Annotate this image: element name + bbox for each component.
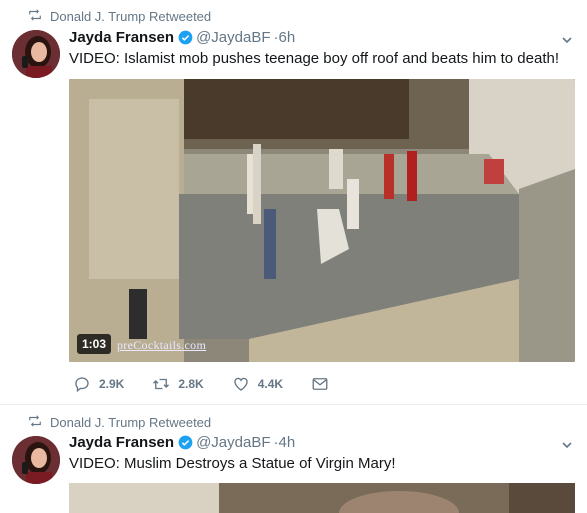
verified-icon xyxy=(178,435,193,450)
chevron-down-icon[interactable] xyxy=(561,34,573,46)
timestamp[interactable]: ·4h xyxy=(273,434,295,451)
display-name[interactable]: Jayda Fransen xyxy=(69,434,174,451)
heart-icon xyxy=(234,377,248,391)
direct-message-button[interactable] xyxy=(311,375,337,393)
timestamp[interactable]: ·6h xyxy=(273,29,295,46)
video-thumbnail xyxy=(69,483,575,513)
tweet-text: VIDEO: Muslim Destroys a Statue of Virgi… xyxy=(69,455,396,472)
user-handle[interactable]: @JaydaBF xyxy=(196,434,270,451)
video-watermark: preCocktails.com xyxy=(117,338,207,352)
tweet-text: VIDEO: Islamist mob pushes teenage boy o… xyxy=(69,50,560,67)
like-count: 4.4K xyxy=(257,377,284,391)
retweet-icon xyxy=(29,415,41,427)
avatar[interactable] xyxy=(12,436,60,484)
video-duration: 1:03 xyxy=(77,334,112,354)
retweet-icon xyxy=(29,9,41,21)
chevron-down-icon[interactable] xyxy=(561,439,573,451)
tweet-header: Jayda Fransen @JaydaBF ·4h xyxy=(69,434,295,451)
retweet-context: Donald J. Trump Retweeted xyxy=(29,9,212,24)
tweet-1[interactable]: Donald J. Trump Retweeted Jayda Fransen … xyxy=(0,0,587,404)
tweet-2[interactable]: Donald J. Trump Retweeted Jayda Fransen … xyxy=(0,405,587,513)
user-handle[interactable]: @JaydaBF xyxy=(196,29,270,46)
display-name[interactable]: Jayda Fransen xyxy=(69,29,174,46)
reply-icon xyxy=(75,377,89,393)
reply-count: 2.9K xyxy=(99,377,125,391)
retweet-count: 2.8K xyxy=(178,377,204,391)
like-button[interactable]: 4.4K xyxy=(232,375,283,393)
reply-button[interactable]: 2.9K xyxy=(73,375,124,393)
retweet-context: Donald J. Trump Retweeted xyxy=(29,415,212,430)
tweet-actions: 2.9K 2.8K 4.4K xyxy=(73,375,365,393)
retweet-context-label: Donald J. Trump Retweeted xyxy=(50,415,212,430)
video-thumbnail xyxy=(69,79,575,362)
verified-icon xyxy=(178,30,193,45)
avatar[interactable] xyxy=(12,30,60,78)
retweet-context-label: Donald J. Trump Retweeted xyxy=(50,9,212,24)
envelope-icon xyxy=(312,378,328,390)
retweet-button[interactable]: 2.8K xyxy=(152,375,204,393)
video-player[interactable]: 1:03 preCocktails.com xyxy=(69,79,575,362)
video-player[interactable] xyxy=(69,483,575,513)
tweet-header: Jayda Fransen @JaydaBF ·6h xyxy=(69,29,295,46)
retweet-icon xyxy=(153,378,170,390)
